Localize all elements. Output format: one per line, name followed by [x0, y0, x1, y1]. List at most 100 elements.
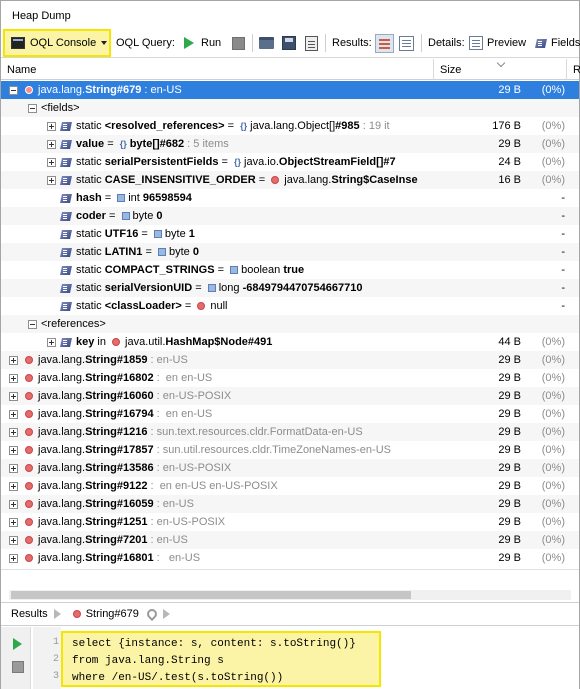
expand-icon[interactable] [47, 139, 56, 149]
instance-row[interactable]: java.lang. String#16060 : en-US-POSIX 29 B… [1, 387, 579, 405]
class-package: java.lang. [38, 372, 86, 384]
expand-icon[interactable] [9, 535, 18, 545]
expand-icon[interactable] [47, 157, 56, 167]
row-name: static LATIN1 = byte 0 [47, 243, 431, 261]
field-row[interactable]: static CASE_INSENSITIVE_ORDER = java.lan… [1, 171, 579, 189]
row-size: 16 B [498, 174, 521, 186]
expand-icon[interactable] [9, 391, 18, 401]
field-row[interactable]: key in java.util. HashMap$Node#491 44 B (0%… [1, 333, 579, 351]
instance-row[interactable]: java.lang. String#1859 : en-US 29 B (0%) [1, 351, 579, 369]
expand-icon[interactable] [9, 481, 18, 491]
field-row[interactable]: static <classLoader> = null - [1, 297, 579, 315]
row-name: value = {} byte[]#682 : 5 items [47, 135, 431, 153]
window-title: Heap Dump [12, 10, 71, 22]
instance-row[interactable]: java.lang. String#16059 : en-US 29 B (0%) [1, 495, 579, 513]
row-name: <references> [28, 315, 431, 333]
instance-name: String#679 [85, 84, 142, 96]
instance-icon [25, 446, 33, 454]
scrollbar-thumb[interactable] [11, 591, 411, 599]
expand-icon[interactable] [9, 373, 18, 383]
fields-icon [535, 37, 547, 49]
save-button[interactable] [282, 28, 296, 58]
html-view-button[interactable] [399, 28, 414, 58]
collapse-icon[interactable] [28, 319, 37, 329]
expand-icon[interactable] [47, 337, 56, 347]
instance-row[interactable]: java.lang. String#9122 : en en-US en-US-P… [1, 477, 579, 495]
instance-value: : en-US-POSIX [153, 462, 232, 474]
name-column-header[interactable]: Name [1, 59, 434, 80]
retained-column-header[interactable]: R [567, 59, 580, 80]
breadcrumb-results[interactable]: Results [11, 608, 48, 620]
table-view-button[interactable] [375, 28, 394, 58]
instance-icon [25, 428, 33, 436]
templates-button[interactable] [305, 28, 318, 58]
expand-icon[interactable] [9, 409, 18, 419]
row-name: java.lang. String#1251 : en-US-POSIX [9, 513, 431, 531]
instance-row[interactable]: java.lang. String#7201 : en-US 29 B (0%) [1, 531, 579, 549]
field-row[interactable]: static UTF16 = byte 1 - [1, 225, 579, 243]
field-type: byte [164, 228, 189, 240]
query-code[interactable]: select {instance: s, content: s.toString… [61, 631, 381, 687]
class-package: java.lang. [38, 552, 86, 564]
field-row[interactable]: value = {} byte[]#682 : 5 items 29 B (0%) [1, 135, 579, 153]
field-value: 0 [192, 246, 199, 258]
column-header: Name Size R [1, 58, 580, 80]
fields-button[interactable]: Fields [535, 28, 580, 58]
expand-icon[interactable] [9, 517, 18, 527]
field-name: COMPACT_STRINGS [104, 264, 215, 276]
primitive-icon [153, 230, 162, 238]
expand-icon[interactable] [9, 445, 18, 455]
row-name: java.lang. String#17857 : sun.util.resour… [9, 441, 431, 459]
breadcrumb-item[interactable]: String#679 [86, 608, 139, 620]
row-percent: (0%) [541, 462, 565, 474]
field-row[interactable]: static LATIN1 = byte 0 - [1, 243, 579, 261]
field-row[interactable]: static COMPACT_STRINGS = boolean true - [1, 261, 579, 279]
primitive-icon [117, 194, 126, 202]
expand-icon[interactable] [47, 175, 56, 185]
instance-value: : sun.text.resources.cldr.FormatData-en-… [147, 426, 363, 438]
row-size: 29 B [498, 84, 521, 96]
expand-icon[interactable] [9, 355, 18, 365]
field-row[interactable]: coder = byte 0 - [1, 207, 579, 225]
row-name: static CASE_INSENSITIVE_ORDER = java.lan… [47, 171, 431, 189]
instance-row[interactable]: java.lang. String#16802 : en en-US 29 B (0%… [1, 369, 579, 387]
instance-value: : en-US [141, 84, 182, 96]
group-row[interactable]: <references> [1, 315, 579, 333]
expand-icon[interactable] [9, 499, 18, 509]
expand-icon[interactable] [9, 463, 18, 473]
field-row[interactable]: static <resolved_references> = {} java.la… [1, 117, 579, 135]
stop-query-icon[interactable] [12, 661, 24, 673]
oql-console-button[interactable]: OQL Console [3, 29, 111, 57]
stop-button[interactable] [232, 28, 245, 58]
expand-icon[interactable] [47, 121, 56, 131]
chevron-right-icon [162, 607, 173, 621]
collapse-icon[interactable] [9, 85, 18, 95]
instance-row[interactable]: java.lang. String#679 : en-US 29 B (0%) [1, 81, 579, 99]
clipboard-icon [305, 35, 318, 51]
horizontal-scrollbar[interactable] [1, 569, 579, 601]
preview-button[interactable]: Preview [469, 28, 526, 58]
run-button[interactable]: Run [184, 28, 221, 58]
field-row[interactable]: static serialPersistentFields = {} java.i… [1, 153, 579, 171]
instance-row[interactable]: java.lang. String#1216 : sun.text.resourc… [1, 423, 579, 441]
class-package: java.lang. [38, 480, 86, 492]
expand-icon[interactable] [9, 427, 18, 437]
instance-row[interactable]: java.lang. String#16794 : en en-US 29 B (0%… [1, 405, 579, 423]
instance-name: String#1216 [85, 426, 148, 438]
instance-row[interactable]: java.lang. String#17857 : sun.util.resour… [1, 441, 579, 459]
row-name: static <resolved_references> = {} java.la… [47, 117, 431, 135]
instance-icon [197, 302, 206, 310]
collapse-icon[interactable] [28, 103, 37, 113]
run-query-icon[interactable] [13, 638, 22, 650]
row-size: 29 B [498, 552, 521, 564]
instance-row[interactable]: java.lang. String#1251 : en-US-POSIX 29 B (… [1, 513, 579, 531]
field-separator: = [101, 192, 115, 204]
instance-row[interactable]: java.lang. String#16801 : en-US 29 B (0%) [1, 549, 579, 567]
instance-row[interactable]: java.lang. String#13586 : en-US-POSIX 29 B… [1, 459, 579, 477]
open-button[interactable] [259, 28, 274, 58]
field-row[interactable]: static serialVersionUID = long -68497944… [1, 279, 579, 297]
field-row[interactable]: hash = int 96598594 - [1, 189, 579, 207]
instance-icon [25, 518, 33, 526]
group-row[interactable]: <fields> [1, 99, 579, 117]
expand-icon[interactable] [9, 553, 18, 563]
